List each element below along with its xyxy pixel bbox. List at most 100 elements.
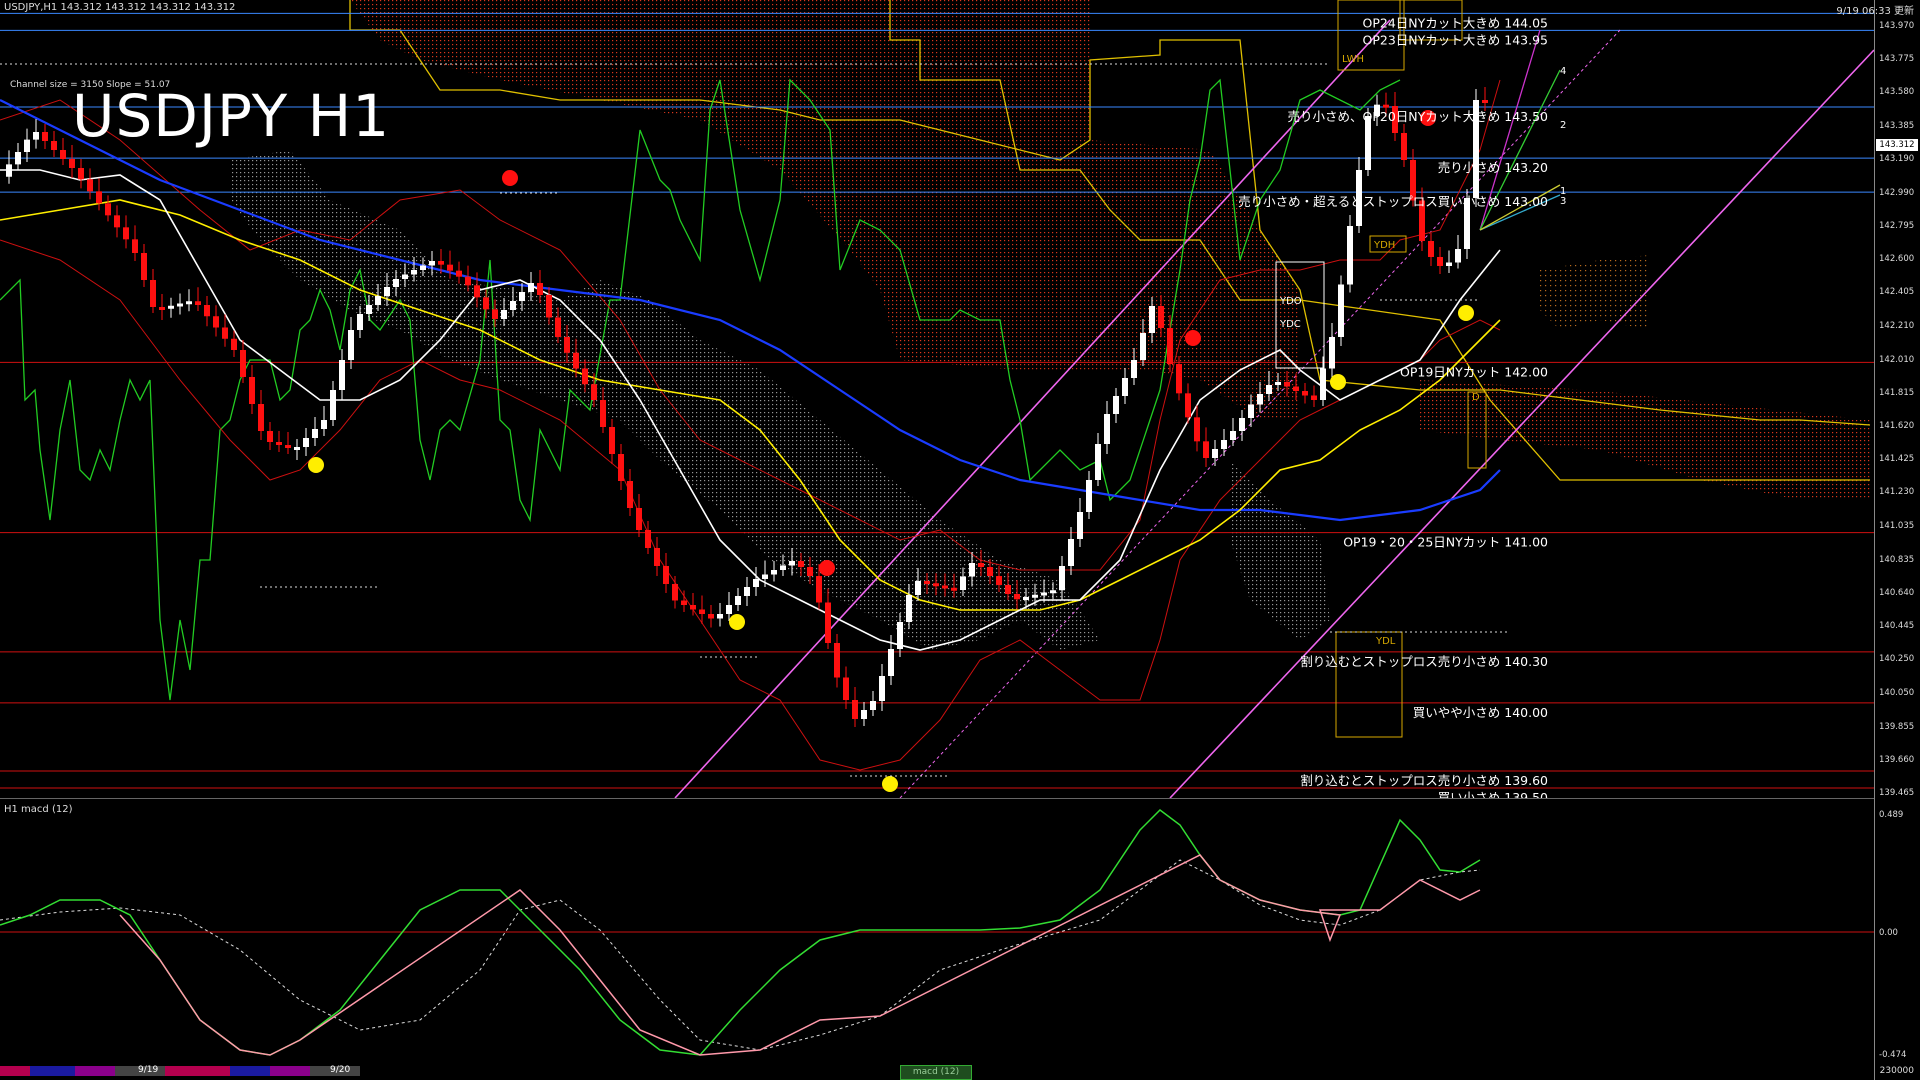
- candle-body: [753, 579, 759, 587]
- candle-body: [1095, 444, 1101, 480]
- candle-body: [1032, 594, 1038, 598]
- candle-body: [735, 596, 741, 605]
- candle-body: [69, 159, 75, 168]
- candle-body: [1005, 585, 1011, 594]
- candle-body: [708, 614, 714, 619]
- candle-body: [267, 431, 273, 442]
- macd-label: H1 macd (12): [4, 804, 73, 815]
- candle-body: [888, 649, 894, 676]
- candle-body: [1248, 404, 1254, 418]
- volume-label: 230000: [1879, 1066, 1914, 1076]
- candle-body: [168, 305, 174, 309]
- candle-body: [1059, 566, 1065, 591]
- candle-body: [1212, 449, 1218, 458]
- d-label: D: [1472, 392, 1480, 403]
- candle-body: [645, 530, 651, 548]
- level-annotation: 割り込むとストップロス売り小さめ 140.30: [1300, 654, 1548, 669]
- candle-body: [861, 710, 867, 719]
- price-axis[interactable]: 143.970 143.775 143.580 143.385 143.190 142.9…: [1874, 0, 1920, 1080]
- candle-body: [420, 265, 426, 270]
- fibonacci-labels: 4 2 1 3: [1560, 66, 1566, 207]
- candle-body: [726, 605, 732, 614]
- price-tick: 143.970: [1879, 21, 1915, 31]
- candle-body: [285, 445, 291, 448]
- price-tick: 142.600: [1879, 254, 1915, 265]
- candle-body: [249, 377, 255, 404]
- candle-body: [357, 314, 363, 330]
- price-tick: 142.210: [1879, 320, 1915, 331]
- ydl-label: YDL: [1375, 636, 1396, 647]
- candle-body: [60, 150, 66, 159]
- price-tick: 140.445: [1879, 621, 1915, 632]
- price-tick: 139.660: [1879, 754, 1915, 765]
- price-tick: 140.640: [1879, 587, 1915, 598]
- price-tick: 141.230: [1879, 487, 1915, 498]
- candle-body: [1230, 431, 1236, 440]
- level-annotation: 買いやや小さめ 140.00: [1413, 705, 1548, 720]
- candle-body: [1383, 104, 1389, 108]
- current-price-badge: 143.312: [1876, 139, 1918, 151]
- candle-body: [231, 338, 237, 350]
- candle-body: [798, 561, 804, 567]
- candle-body: [609, 427, 615, 454]
- candle-body: [1068, 539, 1074, 566]
- candle-body: [42, 132, 48, 141]
- macd-tick: 0.00: [1879, 928, 1898, 938]
- candle-body: [699, 609, 705, 614]
- candle-body: [1131, 360, 1137, 378]
- price-tick: 142.795: [1879, 221, 1915, 232]
- level-annotation: OP19日NYカット 142.00: [1400, 364, 1548, 379]
- candle-body: [744, 587, 750, 596]
- ydh-label: YDH: [1373, 240, 1395, 251]
- candle-body: [843, 677, 849, 700]
- macd-tab[interactable]: macd (12): [900, 1065, 972, 1080]
- candle-body: [51, 141, 57, 150]
- candle-body: [555, 317, 561, 337]
- candle-body: [537, 283, 543, 295]
- candle-body: [1104, 414, 1110, 444]
- candle-body: [897, 622, 903, 649]
- date-label: 9/19: [138, 1065, 159, 1075]
- candle-body: [1401, 133, 1407, 160]
- macd-chart[interactable]: [0, 800, 1874, 1060]
- candle-body: [159, 307, 165, 310]
- date-label: 9/20: [330, 1065, 351, 1075]
- candle-body: [204, 305, 210, 317]
- level-annotation: 売り小さめ 143.20: [1438, 160, 1548, 175]
- candle-body: [717, 614, 723, 619]
- candle-body: [15, 152, 21, 165]
- candle-body: [924, 581, 930, 584]
- candle-body: [1185, 393, 1191, 418]
- price-tick: 140.835: [1879, 554, 1915, 565]
- level-annotation: 割り込むとストップロス売り小さめ 139.60: [1300, 773, 1548, 788]
- macd-tick: -0.474: [1879, 1050, 1907, 1060]
- session-segment: [0, 1066, 30, 1076]
- candle-body: [1329, 337, 1335, 369]
- candle-body: [105, 203, 111, 216]
- level-annotation: 買い小さめ 139.50: [1438, 790, 1548, 798]
- candle-body: [6, 164, 12, 177]
- macd-panel[interactable]: [0, 800, 1874, 1060]
- candle-body: [492, 309, 498, 319]
- candle-body: [1482, 100, 1488, 103]
- candle-body: [465, 276, 471, 286]
- candle-body: [195, 301, 201, 305]
- candle-body: [1311, 395, 1317, 400]
- candle-body: [789, 561, 795, 566]
- candle-body: [1257, 394, 1263, 405]
- candle-body: [1050, 590, 1056, 594]
- candle-body: [483, 297, 489, 310]
- candle-body: [600, 400, 606, 427]
- candle-body: [1266, 385, 1272, 394]
- candle-body: [132, 239, 138, 253]
- candle-body: [1077, 512, 1083, 539]
- candle-body: [402, 274, 408, 279]
- fib-label: 4: [1560, 66, 1566, 77]
- candle-body: [663, 566, 669, 584]
- candle-body: [546, 295, 552, 318]
- candle-body: [1140, 333, 1146, 360]
- candle-body: [591, 384, 597, 400]
- candle-body: [33, 132, 39, 140]
- candle-body: [879, 676, 885, 701]
- candle-body: [807, 567, 813, 576]
